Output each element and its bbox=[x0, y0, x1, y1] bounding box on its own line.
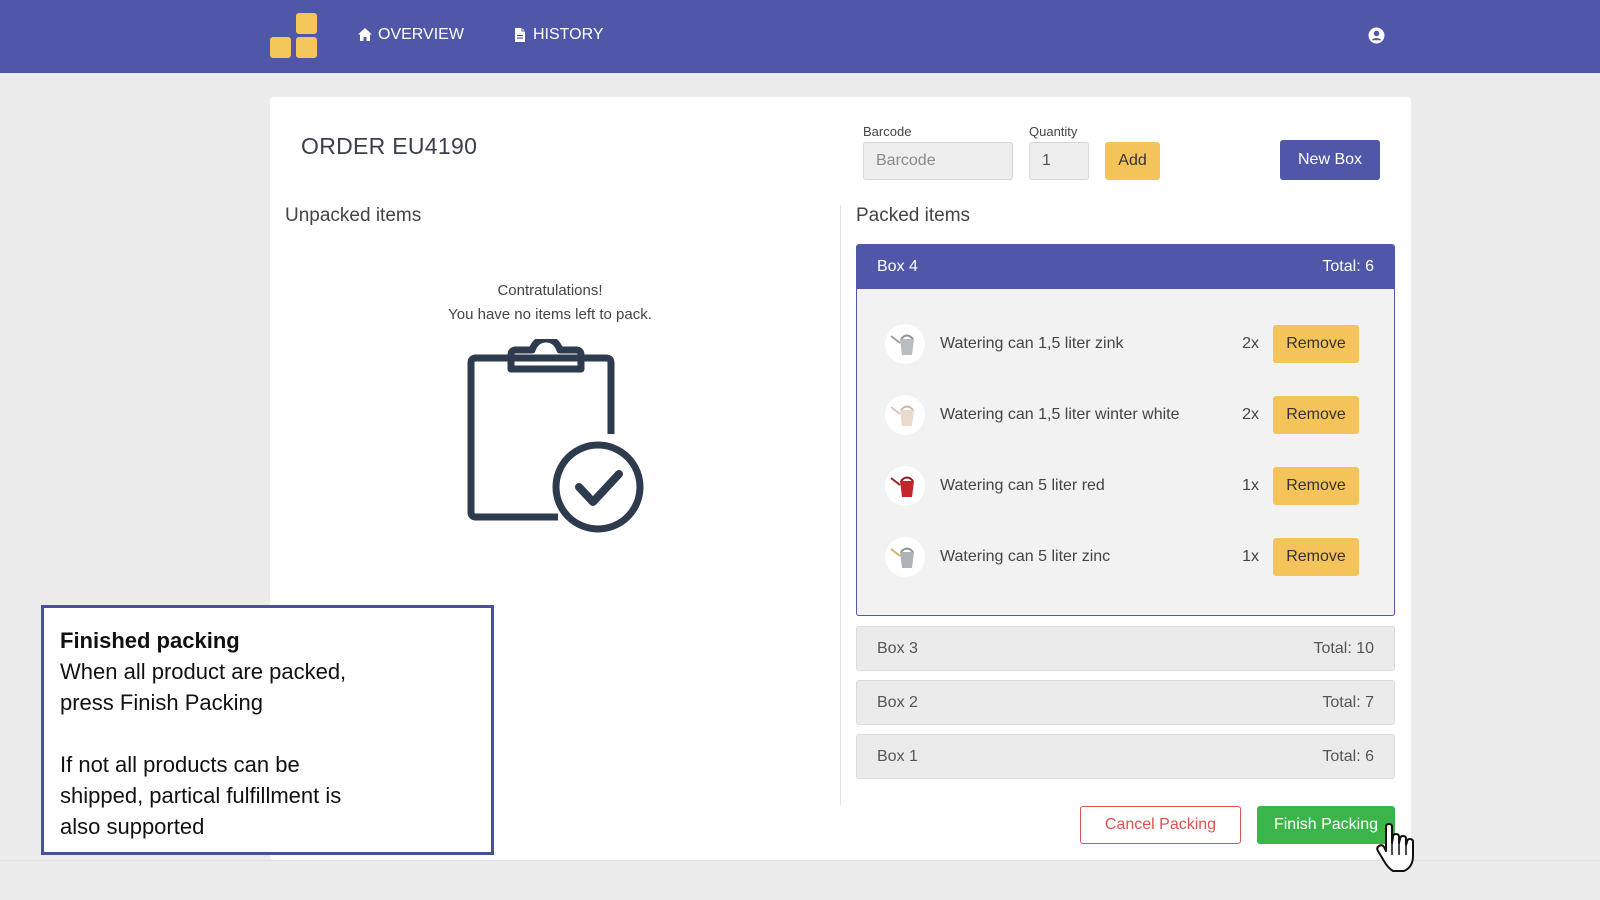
nav-history-label: HISTORY bbox=[533, 26, 604, 43]
top-navbar: OVERVIEW HISTORY bbox=[0, 0, 1600, 73]
new-box-button[interactable]: New Box bbox=[1280, 140, 1380, 180]
watering-can-zinc-icon bbox=[885, 324, 925, 364]
nav-overview[interactable]: OVERVIEW bbox=[357, 26, 464, 44]
item-name: Watering can 5 liter zinc bbox=[940, 548, 1111, 565]
packed-item-row: Watering can 5 liter zinc 1x Remove bbox=[857, 537, 1394, 577]
remove-item-button[interactable]: Remove bbox=[1273, 467, 1359, 505]
watering-can-red-icon bbox=[885, 466, 925, 506]
box-panel-collapsed[interactable]: Box 2 Total: 7 bbox=[856, 680, 1395, 725]
open-box-total: Total: 6 bbox=[1322, 258, 1374, 275]
packed-item-row: Watering can 1,5 liter zink 2x Remove bbox=[857, 324, 1394, 364]
app-logo[interactable] bbox=[270, 13, 318, 61]
clipboard-check-icon bbox=[467, 339, 644, 533]
document-icon bbox=[515, 28, 525, 42]
page-footer-band bbox=[0, 860, 1600, 900]
barcode-input[interactable] bbox=[863, 142, 1013, 180]
unpacked-items-title: Unpacked items bbox=[285, 205, 422, 226]
home-icon bbox=[358, 28, 372, 41]
item-quantity: 2x bbox=[1242, 406, 1259, 423]
packed-item-row: Watering can 5 liter red 1x Remove bbox=[857, 466, 1394, 506]
add-button[interactable]: Add bbox=[1105, 142, 1160, 180]
open-box-name: Box 4 bbox=[877, 258, 918, 275]
cancel-packing-button[interactable]: Cancel Packing bbox=[1080, 806, 1241, 844]
item-quantity: 1x bbox=[1242, 477, 1259, 494]
remove-item-button[interactable]: Remove bbox=[1273, 538, 1359, 576]
watering-can-white-icon bbox=[885, 395, 925, 435]
quantity-input[interactable] bbox=[1029, 142, 1089, 180]
watering-can-zinc-large-icon bbox=[885, 537, 925, 577]
open-box-header[interactable]: Box 4 Total: 6 bbox=[857, 245, 1394, 289]
item-name: Watering can 1,5 liter zink bbox=[940, 335, 1124, 352]
user-account-icon[interactable] bbox=[1368, 27, 1385, 44]
box-total: Total: 10 bbox=[1313, 639, 1374, 657]
item-name: Watering can 1,5 liter winter white bbox=[940, 406, 1180, 423]
packed-item-row: Watering can 1,5 liter winter white 2x R… bbox=[857, 395, 1394, 435]
packed-items-title: Packed items bbox=[856, 205, 971, 226]
item-quantity: 1x bbox=[1242, 548, 1259, 565]
nav-history[interactable]: HISTORY bbox=[512, 26, 604, 44]
barcode-label: Barcode bbox=[863, 124, 912, 139]
callout-title: Finished packing bbox=[60, 628, 240, 653]
callout-body-secondary: If not all products can be shipped, part… bbox=[60, 752, 342, 839]
column-divider bbox=[840, 205, 841, 805]
tutorial-callout: Finished packing When all product are pa… bbox=[41, 605, 494, 855]
box-total: Total: 6 bbox=[1322, 747, 1374, 765]
remove-item-button[interactable]: Remove bbox=[1273, 325, 1359, 363]
item-name: Watering can 5 liter red bbox=[940, 477, 1105, 494]
hand-pointer-cursor-icon bbox=[1376, 823, 1414, 872]
box-panel-collapsed[interactable]: Box 3 Total: 10 bbox=[856, 626, 1395, 671]
congrats-subtext: You have no items left to pack. bbox=[448, 306, 652, 323]
callout-body-primary: When all product are packed, press Finis… bbox=[60, 659, 347, 715]
quantity-label: Quantity bbox=[1029, 124, 1078, 139]
order-title: ORDER EU4190 bbox=[301, 133, 478, 159]
box-name: Box 2 bbox=[877, 693, 918, 711]
box-name: Box 1 bbox=[877, 747, 918, 765]
box-name: Box 3 bbox=[877, 639, 918, 657]
open-box-panel: Box 4 Total: 6 Watering can 1,5 liter zi… bbox=[856, 244, 1395, 616]
box-panel-collapsed[interactable]: Box 1 Total: 6 bbox=[856, 734, 1395, 779]
remove-item-button[interactable]: Remove bbox=[1273, 396, 1359, 434]
finish-packing-button[interactable]: Finish Packing bbox=[1257, 806, 1395, 844]
box-total: Total: 7 bbox=[1322, 693, 1374, 711]
nav-overview-label: OVERVIEW bbox=[378, 26, 464, 43]
item-quantity: 2x bbox=[1242, 335, 1259, 352]
congrats-heading: Contratulations! bbox=[497, 282, 603, 299]
empty-state-message: Contratulations! You have no items left … bbox=[400, 279, 700, 327]
